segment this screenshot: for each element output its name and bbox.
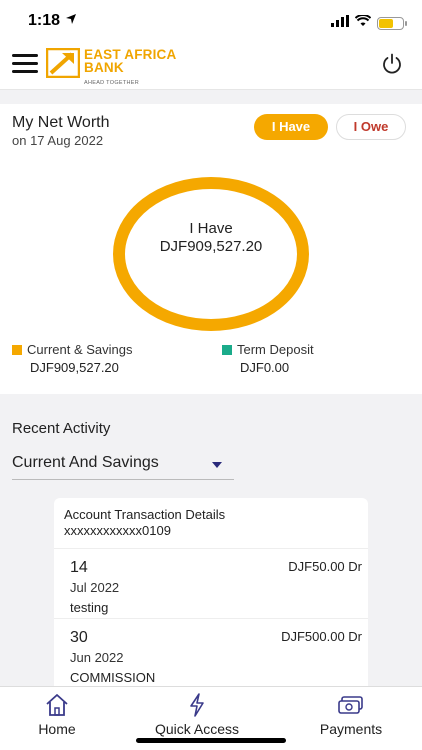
recent-activity-title: Recent Activity [12,420,111,437]
nav-home-label: Home [38,721,76,737]
brand-line-2: BANK [84,60,124,75]
net-worth-card: My Net Worth on 17 Aug 2022 I Have I Owe… [0,104,422,394]
account-type-dropdown[interactable]: Current And Savings [12,446,234,480]
power-icon[interactable] [380,52,404,76]
hamburger-menu-icon[interactable] [12,54,38,76]
status-bar: 1:18 [0,0,422,44]
caret-down-icon [212,462,222,468]
home-icon [46,694,68,716]
legend-swatch [222,344,232,355]
dropdown-selected-value: Current And Savings [12,454,159,471]
nav-quick-access-label: Quick Access [154,721,240,737]
i-have-toggle[interactable]: I Have [254,114,328,140]
donut-center-label: I Have [189,220,233,237]
transaction-month: Jun 2022 [70,650,124,665]
app-header: EAST AFRICA BANK AHEAD TOGETHER [0,44,422,90]
transaction-month: Jul 2022 [70,580,120,595]
brand-tagline: AHEAD TOGETHER [84,80,140,86]
legend-value: DJF909,527.20 [30,360,119,375]
recent-activity-section: Recent Activity Current And Savings Acco… [0,410,422,698]
transaction-day: 30 [70,629,88,646]
legend-term-deposit: Term Deposit DJF0.00 [222,342,314,375]
payments-icon [338,696,363,714]
donut-center-value: DJF909,527.20 [159,238,263,255]
transaction-amount: DJF500.00 Dr [281,629,362,644]
legend-label: Current & Savings [27,342,133,357]
account-number: xxxxxxxxxxxx0109 [64,523,171,538]
transaction-day: 14 [70,559,88,576]
transaction-description: testing [70,600,109,615]
transaction-details-panel: Account Transaction Details xxxxxxxxxxxx… [54,498,368,698]
logo-text: EAST AFRICA BANK AHEAD TOGETHER [84,48,176,90]
bank-logo: EAST AFRICA BANK AHEAD TOGETHER [46,48,176,90]
nav-quick-access[interactable]: Quick Access [145,693,249,737]
nav-payments-label: Payments [319,721,383,737]
nav-payments[interactable]: Payments [310,693,392,737]
nav-home[interactable]: Home [30,693,84,737]
signal-icon [331,14,349,32]
transaction-amount: DJF50.00 Dr [288,559,362,574]
legend-current-savings: Current & Savings DJF909,527.20 [12,342,133,375]
net-worth-date: on 17 Aug 2022 [12,133,104,148]
status-indicators [331,14,407,32]
lightning-icon [190,693,204,717]
transaction-row[interactable]: 14 Jul 2022 testing DJF50.00 Dr [54,548,368,618]
legend-swatch [12,344,22,355]
home-indicator[interactable] [136,738,286,743]
legend-label: Term Deposit [237,342,314,357]
location-arrow-icon [65,12,77,30]
net-worth-title: My Net Worth [12,114,110,131]
battery-icon [377,16,407,30]
transaction-description: COMMISSION [70,670,156,685]
legend-value: DJF0.00 [240,360,290,375]
logo-mark-icon [46,48,80,78]
details-title: Account Transaction Details [64,507,226,522]
status-time: 1:18 [28,12,61,29]
transaction-row[interactable]: 30 Jun 2022 COMMISSION DJF500.00 Dr [54,618,368,688]
transaction-details-header: Account Transaction Details xxxxxxxxxxxx… [54,498,368,548]
i-owe-toggle[interactable]: I Owe [336,114,406,140]
wifi-icon [354,14,372,32]
